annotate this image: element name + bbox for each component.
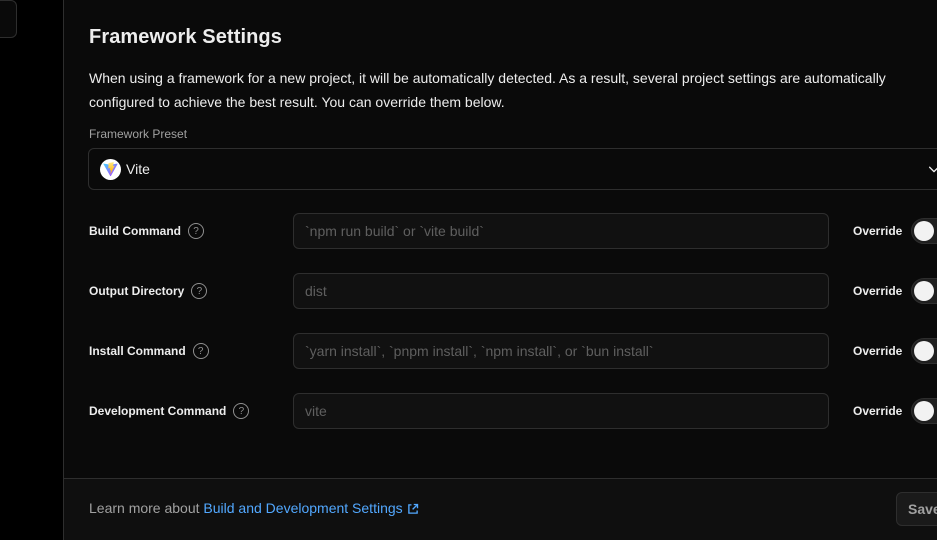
chevron-down-icon <box>928 166 937 173</box>
toggle-knob <box>914 281 934 301</box>
development-command-row: Development Command ? Override <box>89 393 937 429</box>
help-circle-icon[interactable]: ? <box>233 403 250 419</box>
install-command-label: Install Command <box>89 344 186 358</box>
build-command-override-toggle[interactable] <box>911 218 937 244</box>
footer-prefix-text: Learn more about <box>89 500 204 516</box>
install-command-input[interactable] <box>293 333 829 369</box>
section-title: Framework Settings <box>89 26 282 48</box>
card-footer: Learn more about Build and Development S… <box>64 478 937 540</box>
external-link-icon <box>407 503 418 514</box>
override-label: Override <box>853 404 903 418</box>
framework-settings-card: Framework Settings When using a framewor… <box>63 0 937 540</box>
output-directory-input[interactable] <box>293 273 829 309</box>
framework-preset-label: Framework Preset <box>89 127 188 141</box>
development-command-label: Development Command <box>89 404 227 418</box>
build-settings-docs-link-label: Build and Development Settings <box>203 500 403 516</box>
help-circle-icon[interactable]: ? <box>191 283 208 299</box>
output-directory-label: Output Directory <box>89 284 185 298</box>
build-command-input[interactable] <box>293 213 829 249</box>
toggle-knob <box>914 221 934 241</box>
build-command-label: Build Command <box>89 224 181 238</box>
side-panel-edge <box>0 0 17 38</box>
section-description: When using a framework for a new project… <box>89 70 886 110</box>
override-label: Override <box>853 344 903 358</box>
install-command-override-toggle[interactable] <box>911 338 937 364</box>
override-label: Override <box>853 284 903 298</box>
development-command-override-toggle[interactable] <box>911 398 937 424</box>
toggle-knob <box>914 401 934 421</box>
framework-preset-select[interactable]: Vite <box>88 148 937 190</box>
vite-logo-icon <box>100 158 121 180</box>
build-settings-docs-link[interactable]: Build and Development Settings <box>203 500 418 516</box>
development-command-input[interactable] <box>293 393 829 429</box>
help-circle-icon[interactable]: ? <box>188 223 204 239</box>
output-directory-override-toggle[interactable] <box>911 278 937 304</box>
toggle-knob <box>914 341 934 361</box>
framework-preset-value: Vite <box>126 161 150 177</box>
help-circle-icon[interactable]: ? <box>192 343 209 359</box>
install-command-row: Install Command ? Override <box>89 333 937 369</box>
save-button[interactable]: Save <box>896 492 937 526</box>
override-label: Override <box>853 224 903 238</box>
build-command-row: Build Command ? Override <box>89 213 937 249</box>
output-directory-row: Output Directory ? Override <box>89 273 937 309</box>
